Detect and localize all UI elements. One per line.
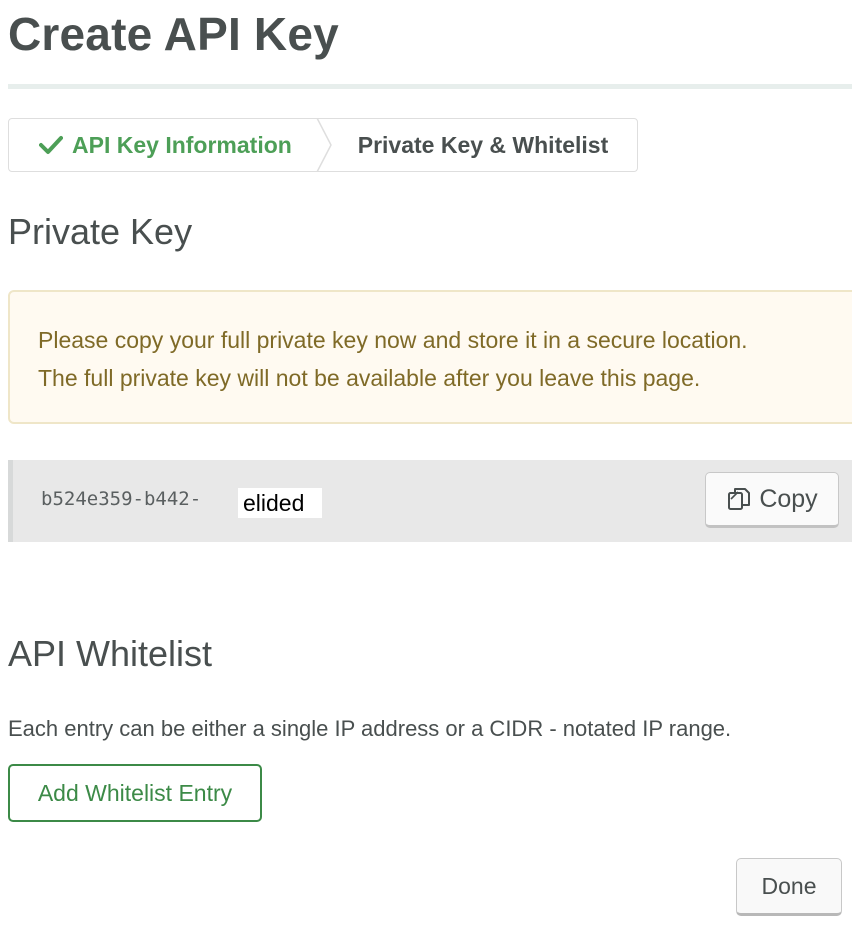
done-button[interactable]: Done bbox=[736, 858, 842, 916]
copy-button[interactable]: Copy bbox=[705, 472, 839, 528]
page-title: Create API Key bbox=[8, 8, 339, 60]
private-key-field: b524e359-b442- elided Copy bbox=[8, 460, 852, 542]
copy-label: Copy bbox=[759, 484, 818, 513]
step-label: API Key Information bbox=[72, 131, 292, 158]
private-key-value[interactable]: b524e359-b442- bbox=[41, 488, 201, 510]
add-whitelist-entry-button[interactable]: Add Whitelist Entry bbox=[8, 764, 262, 822]
wizard-stepper: API Key Information Private Key & Whitel… bbox=[8, 118, 638, 172]
private-key-heading: Private Key bbox=[8, 211, 193, 252]
whitelist-description: Each entry can be either a single IP add… bbox=[8, 716, 732, 741]
redaction-label: elided bbox=[238, 488, 322, 518]
title-divider bbox=[8, 84, 852, 89]
copy-icon bbox=[728, 488, 751, 510]
api-whitelist-heading: API Whitelist bbox=[8, 633, 213, 674]
private-key-warning: Please copy your full private key now an… bbox=[8, 290, 852, 424]
step-api-key-information[interactable]: API Key Information bbox=[9, 119, 321, 171]
warning-line-1: Please copy your full private key now an… bbox=[38, 327, 748, 353]
step-label: Private Key & Whitelist bbox=[357, 131, 609, 158]
warning-line-2: The full private key will not be availab… bbox=[38, 365, 701, 391]
check-icon bbox=[39, 136, 63, 154]
step-private-key-whitelist[interactable]: Private Key & Whitelist bbox=[321, 119, 637, 171]
